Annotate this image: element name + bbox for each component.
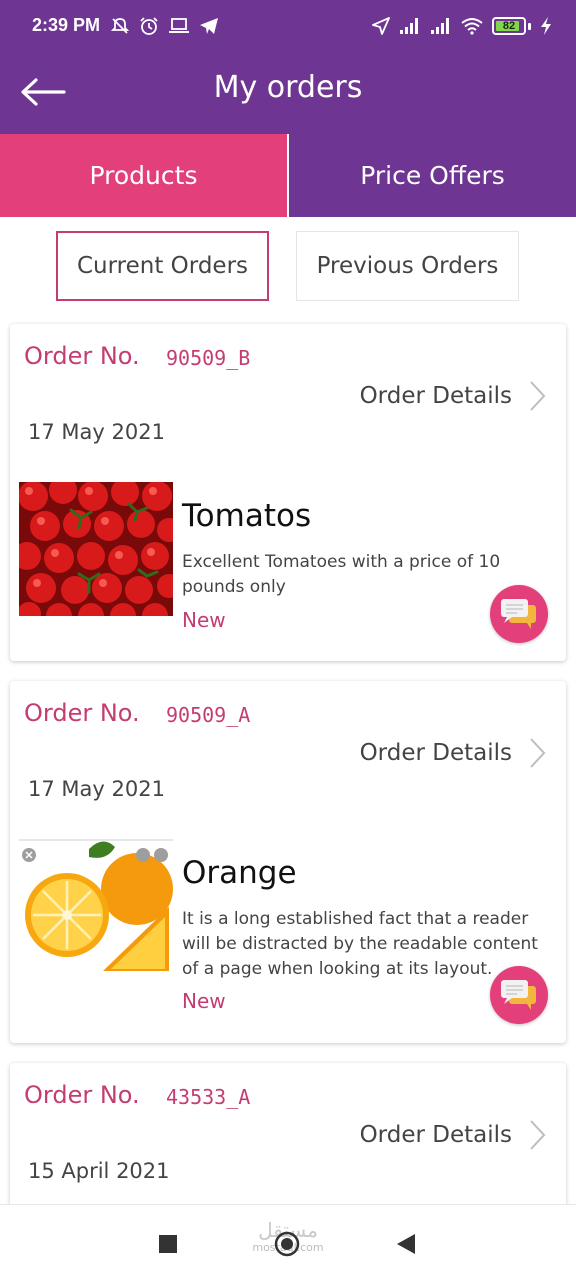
previous-orders-button[interactable]: Previous Orders [296, 231, 519, 301]
order-details-link[interactable]: Order Details [360, 737, 546, 769]
chat-icon [501, 980, 536, 1010]
battery-percent: 82 [502, 20, 516, 32]
product-description: It is a long established fact that a rea… [182, 909, 538, 979]
laptop-icon [169, 18, 189, 33]
mute-icon [110, 18, 130, 34]
order-number: 43533_A [166, 1085, 251, 1109]
current-orders-button[interactable]: Current Orders [56, 231, 269, 301]
status-right-icons: 82 [372, 16, 552, 36]
order-no-label: Order No. [24, 1081, 140, 1109]
sub-tabs: Current Orders Previous Orders [0, 231, 576, 301]
product-status: New [182, 989, 226, 1013]
order-no-label: Order No. [24, 699, 140, 727]
home-icon[interactable] [274, 1231, 300, 1257]
chat-button[interactable] [490, 966, 548, 1024]
chevron-right-icon [530, 1120, 546, 1150]
status-bar: 2:39 PM 82 [0, 0, 576, 54]
status-time: 2:39 PM [32, 15, 101, 35]
recents-icon[interactable] [159, 1235, 177, 1253]
alarm-icon [140, 17, 158, 35]
tab-price-offers[interactable]: Price Offers [289, 134, 576, 217]
signal-icon [431, 18, 449, 34]
back-icon[interactable] [396, 1233, 416, 1255]
chevron-right-icon [530, 738, 546, 768]
status-left-icons [110, 16, 219, 36]
wifi-icon [461, 18, 483, 35]
product-name: Orange [182, 855, 297, 891]
order-card[interactable]: Order No. 43533_A Order Details 15 April… [10, 1063, 566, 1223]
product-image-tomatoes [19, 482, 173, 616]
order-date: 15 April 2021 [28, 1159, 170, 1183]
product-status: New [182, 608, 226, 632]
system-nav-bar: مستقل mostaql.com [0, 1204, 576, 1280]
page-title: My orders [213, 70, 363, 105]
signal-icon [400, 18, 418, 34]
order-card[interactable]: Order No. 90509_B Order Details 17 May 2… [10, 324, 566, 661]
top-tabs: Products Price Offers [0, 134, 576, 217]
order-details-link[interactable]: Order Details [360, 380, 546, 412]
app-bar: My orders [0, 54, 576, 134]
order-number: 90509_B [166, 346, 251, 370]
order-details-label: Order Details [359, 740, 512, 766]
order-details-link[interactable]: Order Details [360, 1119, 546, 1151]
order-card[interactable]: Order No. 90509_A Order Details 17 May 2… [10, 681, 566, 1043]
chat-icon [501, 599, 536, 629]
order-no-label: Order No. [24, 342, 140, 370]
order-details-label: Order Details [359, 383, 512, 409]
battery-icon: 82 [492, 17, 526, 35]
order-date: 17 May 2021 [28, 777, 165, 801]
charging-icon [541, 17, 551, 35]
tab-products[interactable]: Products [0, 134, 287, 217]
chevron-right-icon [530, 381, 546, 411]
battery-nub [528, 22, 531, 30]
order-details-label: Order Details [359, 1122, 512, 1148]
telegram-icon [200, 18, 218, 34]
product-name: Tomatos [182, 498, 312, 534]
chat-button[interactable] [490, 585, 548, 643]
order-date: 17 May 2021 [28, 420, 165, 444]
product-image-orange [19, 839, 173, 973]
order-number: 90509_A [166, 703, 251, 727]
location-icon [372, 17, 390, 35]
